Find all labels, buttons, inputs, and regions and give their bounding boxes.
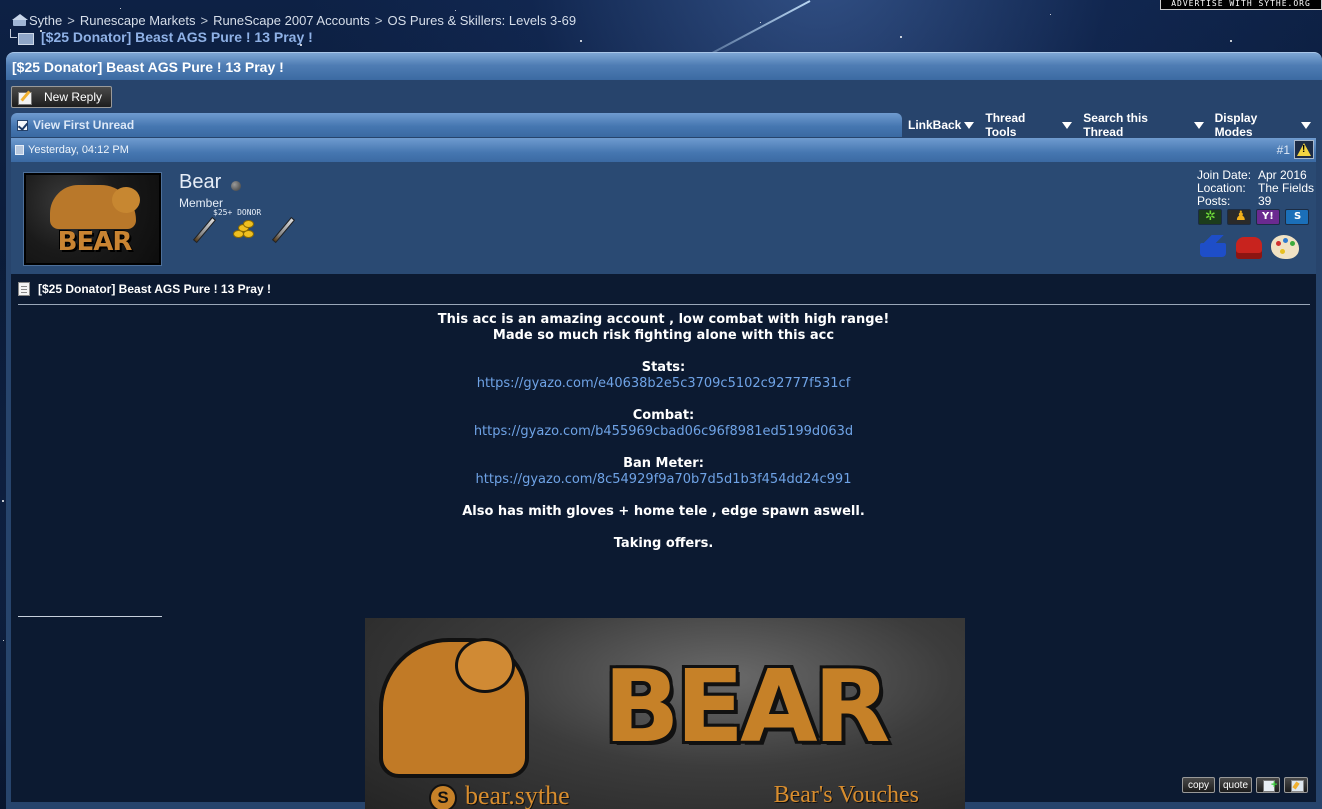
post-date: Yesterday, 04:12 PM	[28, 144, 129, 156]
user-info: BEAR Bear Member $25+ DONOR Join Date: Ap…	[11, 162, 1316, 274]
breadcrumb-separator: >	[200, 12, 209, 28]
award-icons	[1198, 233, 1306, 261]
check-icon	[17, 119, 28, 131]
page-icon	[18, 282, 30, 296]
chevron-down-icon	[1193, 121, 1204, 129]
message-line: Made so much risk fighting alone with th…	[492, 328, 835, 343]
signature-divider	[18, 616, 162, 617]
message-line: This acc is an amazing account , low com…	[437, 312, 890, 327]
posts-value: 39	[1258, 194, 1272, 208]
post-number-link[interactable]: #1	[1277, 143, 1290, 157]
new-reply-label: New Reply	[44, 90, 103, 104]
donor-badge-label: $25+ DONOR	[213, 208, 262, 217]
posts-label: Posts:	[1197, 194, 1231, 208]
quick-reply-icon[interactable]	[1284, 777, 1308, 793]
thread-title: [$25 Donator] Beast AGS Pure ! 13 Pray !	[12, 59, 284, 75]
post-body: [$25 Donator] Beast AGS Pure ! 13 Pray !…	[11, 274, 1316, 809]
banner-word: BEAR	[603, 648, 891, 765]
copy-button[interactable]: copy	[1182, 777, 1215, 793]
avatar[interactable]: BEAR	[24, 173, 161, 265]
message-line: Also has mith gloves + home tele , edge …	[462, 504, 865, 519]
thread-tools-menu: LinkBack Thread Tools Search this Thread…	[908, 111, 1322, 139]
ban-meter-label: Ban Meter:	[623, 456, 704, 471]
view-first-unread-link[interactable]: View First Unread	[33, 118, 134, 132]
breadcrumb-separator: >	[67, 12, 75, 28]
breadcrumb-current: [$25 Donator] Beast AGS Pure ! 13 Pray !	[41, 29, 313, 45]
report-post-icon[interactable]	[1294, 140, 1314, 159]
rank-sword-icon	[271, 216, 296, 244]
username-link[interactable]: Bear	[179, 171, 221, 194]
message-line: Taking offers.	[613, 536, 714, 551]
thread-tools-dropdown[interactable]: Thread Tools	[985, 111, 1073, 139]
chevron-down-icon	[1301, 121, 1311, 129]
search-thread-label: Search this Thread	[1083, 111, 1148, 139]
user-stats: Join Date: Apr 2016 Location: The Fields P…	[1197, 169, 1314, 208]
palette-icon	[1270, 233, 1300, 261]
search-thread-menu[interactable]: Search this Thread	[1083, 111, 1204, 139]
post-header: Yesterday, 04:12 PM #1	[11, 138, 1316, 162]
pencil-icon	[18, 90, 34, 105]
chevron-down-icon	[1062, 121, 1073, 129]
signature-banner: BEAR S bear.sythe Bear's Vouches	[365, 618, 965, 809]
skype-badge-icon: S	[429, 784, 457, 809]
post-message: This acc is an amazing account , low com…	[11, 312, 1316, 552]
linkback-menu[interactable]: LinkBack	[908, 118, 975, 132]
thread-tools-label: Thread Tools	[985, 111, 1026, 139]
gold-coins-icon	[231, 220, 257, 240]
divider	[18, 304, 1310, 305]
thread-title-bar: [$25 Donator] Beast AGS Pure ! 13 Pray !	[6, 52, 1322, 80]
thread-panel: [$25 Donator] Beast AGS Pure ! 13 Pray !…	[6, 52, 1322, 809]
skype-name: bear.sythe	[465, 781, 570, 809]
display-modes-label: Display Modes	[1214, 111, 1258, 139]
folder-icon	[10, 28, 34, 45]
advertise-link[interactable]: ADVERTISE WITH SYTHE.ORG	[1160, 0, 1322, 10]
combat-link[interactable]: https://gyazo.com/b455969cbad06c96f8981e…	[474, 424, 853, 439]
ban-meter-link[interactable]: https://gyazo.com/8c54929f9a70b7d5d1b3f4…	[476, 472, 852, 487]
breadcrumb-item-runescape-markets[interactable]: Runescape Markets	[80, 13, 196, 28]
home-icon	[12, 13, 28, 27]
thread-toolbar: View First Unread	[11, 113, 902, 137]
breadcrumb-item-rs2007-accounts[interactable]: RuneScape 2007 Accounts	[213, 13, 370, 28]
quote-button[interactable]: quote	[1219, 777, 1252, 793]
display-modes-menu[interactable]: Display Modes	[1215, 111, 1311, 139]
avatar-text: BEAR	[57, 227, 133, 257]
chevron-down-icon	[964, 121, 975, 129]
stats-label: Stats:	[641, 360, 686, 375]
breadcrumb: Sythe > Runescape Markets > RuneScape 20…	[10, 12, 577, 46]
yahoo-icon[interactable]	[1256, 209, 1280, 225]
post-title: [$25 Donator] Beast AGS Pure ! 13 Pray !	[18, 282, 271, 296]
breadcrumb-item-sythe[interactable]: Sythe	[29, 13, 62, 28]
rank-sword-icon	[192, 216, 217, 244]
post-icon	[15, 145, 24, 155]
im-icons	[1198, 209, 1314, 225]
breadcrumb-item-os-pures[interactable]: OS Pures & Skillers: Levels 3-69	[388, 13, 577, 28]
crown-icon	[1198, 233, 1228, 261]
breadcrumb-separator: >	[374, 12, 383, 28]
aim-icon[interactable]	[1227, 209, 1251, 225]
skype-icon[interactable]	[1285, 209, 1309, 225]
linkback-label: LinkBack	[908, 118, 962, 132]
offline-status-icon	[231, 181, 241, 191]
combat-label: Combat:	[632, 408, 695, 423]
armchair-icon	[1234, 233, 1264, 261]
icq-icon[interactable]	[1198, 209, 1222, 225]
stats-link[interactable]: https://gyazo.com/e40638b2e5c3709c5102c9…	[477, 376, 851, 391]
vouches-text: Bear's Vouches	[773, 782, 919, 808]
post-actions: copy quote	[1182, 777, 1312, 793]
multiquote-icon[interactable]	[1256, 777, 1280, 793]
new-reply-button[interactable]: New Reply	[11, 86, 112, 108]
post-title-text: [$25 Donator] Beast AGS Pure ! 13 Pray !	[38, 282, 271, 296]
